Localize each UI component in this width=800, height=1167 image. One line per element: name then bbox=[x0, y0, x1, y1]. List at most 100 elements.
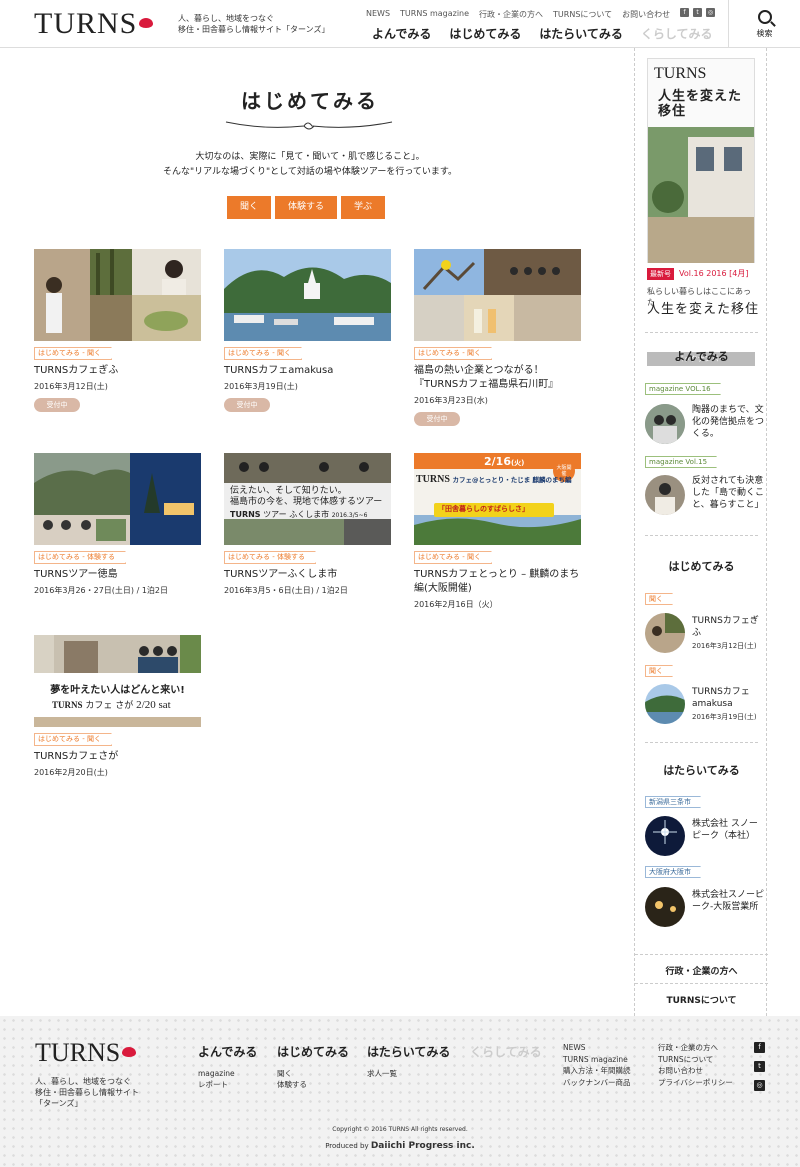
sidebar-item-text[interactable]: TURNSカフェぎふ bbox=[692, 615, 764, 639]
event-date: 2016年2月20日(土) bbox=[34, 768, 108, 777]
footer-head[interactable]: はじめてみる bbox=[277, 1045, 349, 1059]
search-icon bbox=[757, 10, 772, 24]
sidebar-thumb[interactable] bbox=[645, 887, 685, 927]
event-title[interactable]: TURNSカフェさが bbox=[34, 750, 201, 764]
produced-prefix: Produced by bbox=[325, 1142, 371, 1150]
event-tag[interactable]: はじめてみる - 聞く bbox=[34, 733, 112, 746]
nav-government[interactable]: 行政・企業の方へ bbox=[479, 9, 543, 20]
sidebar-item-text[interactable]: TURNSカフェamakusa bbox=[692, 686, 764, 710]
sidebar-link-about[interactable]: TURNSについて bbox=[635, 993, 768, 1006]
sidebar-thumb[interactable] bbox=[645, 404, 685, 444]
issue-title[interactable]: 人生を変えた移住 bbox=[647, 301, 759, 318]
event-card[interactable]: はじめてみる - 聞く TURNSカフェamakusa 2016年3月19日(土… bbox=[224, 249, 391, 412]
filter-taiken-button[interactable]: 体験する bbox=[275, 196, 338, 219]
event-tag[interactable]: はじめてみる - 体験する bbox=[34, 551, 126, 564]
event-tag[interactable]: はじめてみる - 聞く bbox=[414, 551, 492, 564]
nav-yondemiru[interactable]: よんでみる bbox=[372, 25, 431, 42]
top-utility-nav: NEWS TURNS magazine 行政・企業の方へ TURNSについて お… bbox=[366, 9, 670, 20]
footer-link[interactable]: プライバシーポリシー bbox=[658, 1077, 733, 1089]
filter-manabu-button[interactable]: 学ぶ bbox=[341, 196, 386, 219]
facebook-icon[interactable]: f bbox=[754, 1042, 765, 1053]
footer-link[interactable]: magazine bbox=[198, 1068, 257, 1079]
thumb-caption: 2016.3/5~6 bbox=[331, 512, 368, 519]
footer-head[interactable]: よんでみる bbox=[198, 1045, 257, 1059]
nav-about[interactable]: TURNSについて bbox=[553, 9, 612, 20]
sidebar-tag[interactable]: magazine Vol.15 bbox=[645, 456, 718, 468]
footer-link[interactable]: NEWS bbox=[563, 1042, 631, 1054]
search-button[interactable]: 検索 bbox=[728, 0, 800, 48]
event-title[interactable]: TURNSカフェとっとり – 麒麟のまち編(大阪開催) bbox=[414, 568, 581, 596]
nav-hajimetemiru[interactable]: はじめてみる bbox=[449, 25, 521, 42]
event-card[interactable]: はじめてみる - 聞く 福島の熱い企業とつながる！『TURNSカフェ福島県石川町… bbox=[414, 249, 581, 426]
sidebar-tag[interactable]: 新潟県三条市 bbox=[645, 796, 701, 808]
footer-link[interactable]: 購入方法・年間購読 bbox=[563, 1065, 631, 1077]
facebook-icon[interactable]: f bbox=[680, 8, 689, 17]
event-card[interactable]: 伝えたい、そして知りたい。 福島市の今を、現地で体感するツアー TURNS ツア… bbox=[224, 453, 391, 596]
thumb-day: (火) bbox=[510, 459, 525, 467]
event-card[interactable]: 2/16(火) 大阪開催 TURNS カフェ@とっとり・たじま 麒麟のまち編 「… bbox=[414, 453, 581, 610]
footer-link[interactable]: 聞く bbox=[277, 1068, 349, 1079]
footer-link[interactable]: 体験する bbox=[277, 1079, 349, 1090]
title-flourish-icon bbox=[225, 121, 393, 130]
site-tagline: 人、暮らし、地域をつなぐ 移住・田舎暮らし情報サイト「ターンズ」 bbox=[178, 14, 330, 34]
sidebar-item-text[interactable]: 株式会社 スノーピーク（本社） bbox=[692, 818, 764, 842]
footer-link[interactable]: TURNS magazine bbox=[563, 1054, 631, 1066]
event-card[interactable]: 夢を叶えたい人はどんと来い! TURNS カフェ さが 2/20 sat はじめ… bbox=[34, 635, 201, 778]
sidebar-item-text[interactable]: 陶器のまちで、文化の発信拠点をつくる。 bbox=[692, 404, 764, 440]
sidebar-tag[interactable]: 聞く bbox=[645, 665, 673, 677]
footer-link[interactable]: バックナンバー商品 bbox=[563, 1077, 631, 1089]
copyright: Copyright © 2016 TURNS All rights reserv… bbox=[332, 1126, 468, 1133]
sidebar-item-date: 2016年3月12日(土) bbox=[692, 642, 757, 650]
nav-news[interactable]: NEWS bbox=[366, 9, 390, 20]
sidebar-thumb[interactable] bbox=[645, 475, 685, 515]
instagram-icon[interactable]: ◎ bbox=[754, 1080, 765, 1091]
site-footer: TURNS 人、暮らし、地域をつなぐ 移住・田舎暮らし情報サイト 「ターンズ」 … bbox=[0, 1016, 800, 1167]
event-card[interactable]: はじめてみる - 体験する TURNSツアー徳島 2016年3月26・27日(土… bbox=[34, 453, 201, 596]
producer-name: Daiichi Progress inc. bbox=[370, 1141, 475, 1151]
event-tag[interactable]: はじめてみる - 聞く bbox=[414, 347, 492, 360]
sidebar-item-text[interactable]: 株式会社スノーピーク-大阪営業所 bbox=[692, 889, 764, 913]
event-card[interactable]: はじめてみる - 聞く TURNSカフェぎふ 2016年3月12日(土) 受付中 bbox=[34, 249, 201, 412]
footer-col-hajimetemiru: はじめてみる 聞く 体験する bbox=[277, 1043, 349, 1090]
magazine-cover[interactable]: TURNS 人生を変えた移住 bbox=[647, 58, 755, 263]
filter-kiku-button[interactable]: 聞く bbox=[227, 196, 272, 219]
event-title[interactable]: TURNSカフェぎふ bbox=[34, 364, 201, 378]
sidebar-tag[interactable]: 大阪府大阪市 bbox=[645, 866, 701, 878]
footer-link[interactable]: TURNSについて bbox=[658, 1054, 733, 1066]
instagram-icon[interactable]: ◎ bbox=[706, 8, 715, 17]
footer-head[interactable]: くらしてみる bbox=[470, 1045, 542, 1059]
event-title[interactable]: TURNSツアーふくしま市 bbox=[224, 568, 391, 582]
footer-link[interactable]: レポート bbox=[198, 1079, 257, 1090]
footer-logo[interactable]: TURNS bbox=[35, 1038, 137, 1068]
twitter-icon[interactable]: t bbox=[754, 1061, 765, 1072]
nav-contact[interactable]: お問い合わせ bbox=[622, 9, 670, 20]
event-photo bbox=[414, 249, 581, 341]
sidebar-tag[interactable]: magazine VOL.16 bbox=[645, 383, 721, 395]
event-tag[interactable]: はじめてみる - 聞く bbox=[34, 347, 112, 360]
event-tag[interactable]: はじめてみる - 体験する bbox=[224, 551, 316, 564]
event-title[interactable]: 福島の熱い企業とつながる！『TURNSカフェ福島県石川町』 bbox=[414, 364, 581, 392]
sidebar-thumb[interactable] bbox=[645, 684, 685, 724]
nav-kurashitemiru[interactable]: くらしてみる bbox=[641, 25, 713, 42]
footer-head[interactable]: はたらいてみる bbox=[367, 1045, 450, 1059]
thumb-caption: ツアー ふくしま市 bbox=[263, 510, 330, 519]
twitter-icon[interactable]: t bbox=[693, 8, 702, 17]
sidebar-item-text[interactable]: 反対されても決意した「島で動くこと、暮らすこと」 bbox=[692, 475, 764, 511]
event-tag[interactable]: はじめてみる - 聞く bbox=[224, 347, 302, 360]
sidebar-thumb[interactable] bbox=[645, 816, 685, 856]
thumb-caption: 伝えたい、そして知りたい。 bbox=[230, 486, 347, 496]
nav-hataraitemiru[interactable]: はたらいてみる bbox=[539, 25, 622, 42]
cover-title: 人生を変えた移住 bbox=[658, 89, 743, 119]
footer-links-2: 行政・企業の方へ TURNSについて お問い合わせ プライバシーポリシー bbox=[658, 1042, 733, 1088]
site-logo[interactable]: TURNS bbox=[34, 8, 154, 40]
event-title[interactable]: TURNSツアー徳島 bbox=[34, 568, 201, 582]
divider bbox=[635, 983, 768, 984]
sidebar-tag[interactable]: 聞く bbox=[645, 593, 673, 605]
nav-magazine[interactable]: TURNS magazine bbox=[400, 9, 469, 20]
footer-link[interactable]: 求人一覧 bbox=[367, 1068, 450, 1079]
footer-link[interactable]: 行政・企業の方へ bbox=[658, 1042, 733, 1054]
event-title[interactable]: TURNSカフェamakusa bbox=[224, 364, 391, 378]
sidebar-thumb[interactable] bbox=[645, 613, 685, 653]
footer-link[interactable]: お問い合わせ bbox=[658, 1065, 733, 1077]
sidebar-link-government[interactable]: 行政・企業の方へ bbox=[635, 964, 768, 977]
